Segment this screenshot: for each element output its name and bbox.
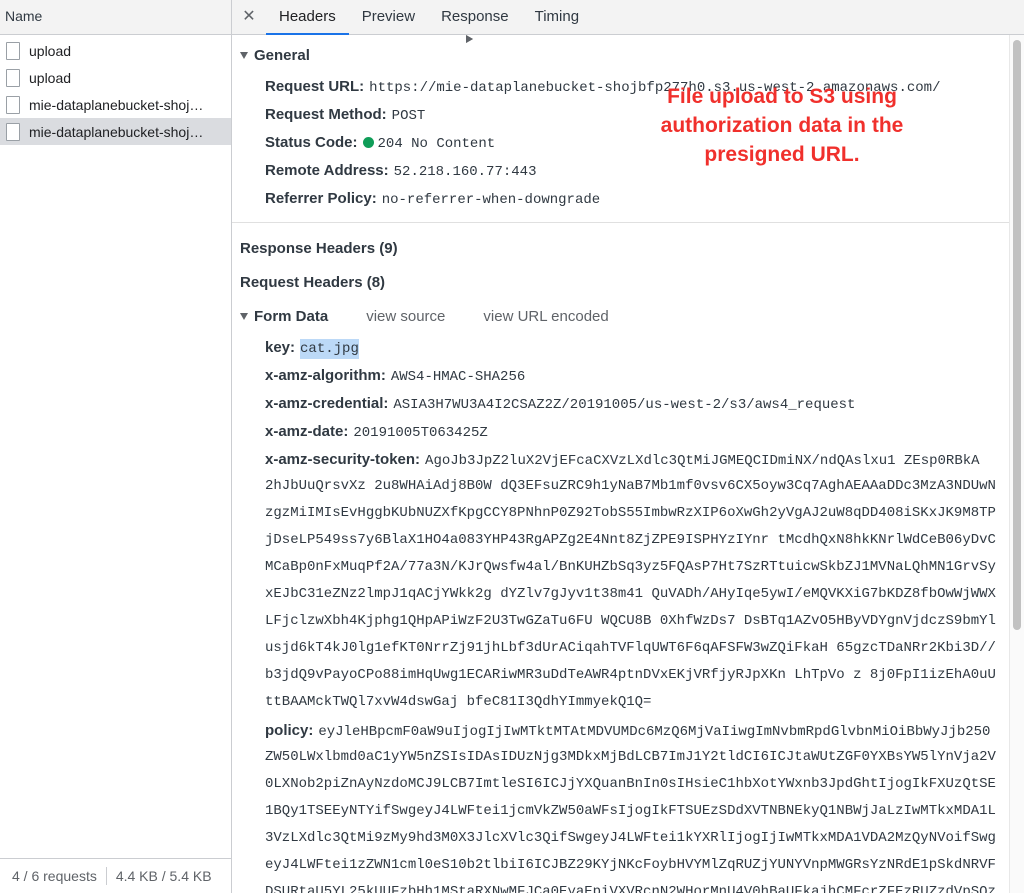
form-policy-row: policy: eyJleHBpcmF0aW9uIjogIjIwMTktMTAtM… bbox=[232, 716, 1010, 744]
section-title: Response Headers (9) bbox=[240, 239, 398, 257]
header-key: Remote Address: bbox=[265, 162, 389, 179]
referrer-policy-row: Referrer Policy: no-referrer-when-downgra… bbox=[232, 184, 1010, 212]
request-count: 4 / 6 requests bbox=[12, 868, 97, 884]
divider bbox=[232, 222, 1010, 223]
header-key: Request Method: bbox=[265, 106, 387, 123]
header-value: POST bbox=[391, 108, 426, 124]
form-key-row: key: cat.jpg bbox=[232, 333, 1010, 361]
token-line: 2hJbUuQrsvXz 2u8WHAiAdj8B0W dQ3EFsuZRC9h… bbox=[265, 478, 996, 494]
token-line: zgzMiIMIsEvHggbKUbNUZXfKpgCCY8PNhnP0Z92T… bbox=[265, 505, 996, 521]
form-key: key: bbox=[265, 339, 296, 356]
scrollbar-thumb[interactable] bbox=[1013, 40, 1021, 630]
form-credential-row: x-amz-credential: ASIA3H7WU3A4I2CSAZ2Z/20… bbox=[232, 389, 1010, 417]
policy-line: eyJleHBpcmF0aW9uIjogIjIwMTktMTAtMDVUMDc6… bbox=[318, 724, 991, 740]
file-icon bbox=[6, 95, 20, 114]
triangle-down-icon bbox=[240, 51, 248, 59]
transfer-size: 4.4 KB / 5.4 KB bbox=[115, 868, 212, 884]
form-key: x-amz-security-token: bbox=[265, 451, 421, 468]
form-key: x-amz-date: bbox=[265, 423, 349, 440]
header-key: Status Code: bbox=[265, 134, 358, 151]
request-item[interactable]: upload bbox=[0, 64, 231, 91]
requests-panel: Name upload upload mie-dataplanebucket-s… bbox=[0, 0, 232, 893]
form-value: 20191005T063425Z bbox=[353, 425, 488, 441]
section-title: Request Headers (8) bbox=[240, 273, 386, 291]
token-line: MCaBp0nFxMuqPf2A/77a3N/KJrQwsfw4al/BnKUH… bbox=[265, 559, 996, 575]
request-name: mie-dataplanebucket-shoj… bbox=[29, 96, 204, 113]
form-algorithm-row: x-amz-algorithm: AWS4-HMAC-SHA256 bbox=[232, 361, 1010, 389]
file-icon bbox=[6, 68, 20, 87]
policy-line: eyJ4LWFtei1zZWN1cml0eS10b2tlbiI6ICJBZ29K… bbox=[265, 857, 996, 873]
form-token-row: x-amz-security-token: AgoJb3JpZ2luX2VjEFc… bbox=[232, 445, 1010, 473]
tab-timing[interactable]: Timing bbox=[522, 0, 592, 34]
request-item[interactable]: mie-dataplanebucket-shoj… bbox=[0, 91, 231, 118]
response-headers-toggle[interactable]: Response Headers (9) bbox=[232, 35, 1010, 265]
form-value: AWS4-HMAC-SHA256 bbox=[390, 369, 526, 385]
triangle-right-icon bbox=[466, 35, 473, 43]
tab-headers[interactable]: Headers bbox=[266, 0, 349, 35]
form-value: ASIA3H7WU3A4I2CSAZ2Z/20191005/us-west-2/… bbox=[393, 397, 856, 413]
header-key: Referrer Policy: bbox=[265, 190, 377, 207]
token-line: usjd6kT4kJ0lg1efKT0NrrZj91jhLbf3dUrACiqa… bbox=[265, 640, 996, 656]
policy-line: DSURtaU5YL25kUUFzbHh1MStaRXNwMFJCa0EyaEp… bbox=[265, 884, 996, 893]
status-dot-icon bbox=[362, 137, 374, 148]
token-line: ttBAAMckTWQl7xvW4dswGaj bfeC81I3QdhYImmy… bbox=[265, 694, 652, 710]
header-value: no-referrer-when-downgrade bbox=[381, 192, 601, 208]
form-key: x-amz-algorithm: bbox=[265, 367, 386, 384]
form-value-selected[interactable]: cat.jpg bbox=[300, 339, 359, 359]
scrollbar[interactable] bbox=[1009, 35, 1024, 893]
request-name: upload bbox=[29, 69, 72, 86]
policy-line: 3VzLXdlc3QtMi9zMy9hd3M0X3JlcXVlc3QifSwge… bbox=[265, 830, 996, 846]
general-section-toggle[interactable]: General bbox=[232, 38, 1010, 72]
close-icon[interactable]: ✕ bbox=[232, 0, 266, 34]
triangle-down-icon bbox=[240, 312, 248, 320]
status-bar: 4 / 6 requests 4.4 KB / 5.4 KB bbox=[0, 858, 231, 893]
form-date-row: x-amz-date: 20191005T063425Z bbox=[232, 417, 1010, 445]
form-key: x-amz-credential: bbox=[265, 395, 389, 412]
tab-response[interactable]: Response bbox=[428, 0, 522, 34]
request-item-selected[interactable]: mie-dataplanebucket-shoj… bbox=[0, 118, 231, 145]
request-list: upload upload mie-dataplanebucket-shoj… … bbox=[0, 35, 231, 145]
details-tabbar: ✕ Headers Preview Response Timing bbox=[232, 0, 1024, 35]
file-icon bbox=[6, 122, 20, 141]
tab-preview[interactable]: Preview bbox=[349, 0, 428, 34]
policy-line: ZW50LWxlbmd0aC1yYW5nZSIsIDAsIDUzNjg3MDkx… bbox=[265, 749, 996, 765]
header-key: Request URL: bbox=[265, 78, 365, 95]
divider bbox=[105, 867, 107, 885]
request-name: upload bbox=[29, 42, 72, 59]
token-line: AgoJb3JpZ2luX2VjEFcaCXVzLXdlc3QtMiJGMEQC… bbox=[425, 453, 980, 469]
header-value: 52.218.160.77:443 bbox=[393, 164, 537, 180]
annotation-text: File upload to S3 using authorization da… bbox=[660, 85, 904, 166]
section-title: Form Data bbox=[254, 307, 329, 325]
form-data-toggle[interactable]: Form Data view source view URL encoded bbox=[232, 299, 1010, 333]
request-headers-toggle[interactable]: Request Headers (8) bbox=[232, 35, 1010, 299]
policy-line: 1BQy1TSEEyNTYifSwgeyJ4LWFtei1jcmVkZW50aW… bbox=[265, 803, 996, 819]
file-icon bbox=[6, 41, 20, 60]
token-line: b3jdQ9vPayoCPo88imHqUwg1ECARiwMR3uDdTeAW… bbox=[265, 667, 996, 683]
request-name: mie-dataplanebucket-shoj… bbox=[29, 123, 204, 140]
header-value: 204 No Content bbox=[377, 136, 496, 152]
token-line: jDseLP549ss7y6BlaX1HO4a083YHP43RgAPZg2E4… bbox=[265, 532, 996, 548]
name-column-header[interactable]: Name bbox=[0, 0, 231, 35]
form-key: policy: bbox=[265, 722, 314, 739]
section-title: General bbox=[254, 46, 310, 64]
view-source-link[interactable]: view source bbox=[366, 308, 445, 325]
details-panel: ✕ Headers Preview Response Timing Genera… bbox=[232, 0, 1024, 893]
request-item[interactable]: upload bbox=[0, 37, 231, 64]
policy-line: 0LXNob2piZnAyNzdoMCJ9LCB7ImtleSI6ICJjYXQ… bbox=[265, 776, 996, 792]
token-line: LFjclzwXbh4Kjphg1QHpAPiWzF2U3TwGZaTu6FU … bbox=[265, 613, 996, 629]
view-url-encoded-link[interactable]: view URL encoded bbox=[483, 308, 608, 325]
token-line: xEJbC31eZNz2lmpJ1qACjYWkk2g dYZlv7gJyv1t… bbox=[265, 586, 996, 602]
